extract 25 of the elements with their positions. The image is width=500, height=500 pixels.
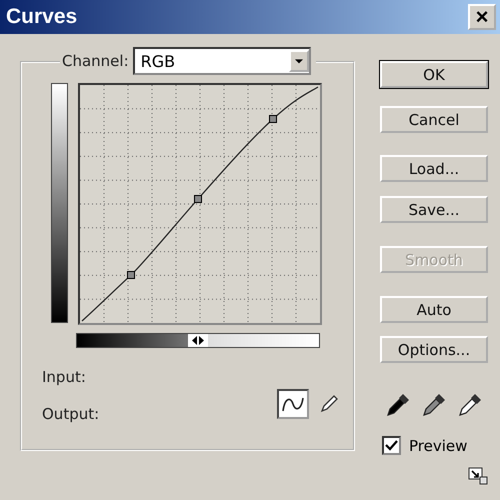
control-point[interactable] bbox=[194, 195, 202, 203]
control-point[interactable] bbox=[127, 271, 135, 279]
preview-checkbox[interactable] bbox=[382, 436, 401, 455]
eyedropper-icon[interactable] bbox=[458, 393, 482, 417]
eyedropper-icon[interactable] bbox=[422, 393, 446, 417]
dialog-button[interactable]: Cancel bbox=[380, 106, 488, 133]
dialog-button[interactable]: Load... bbox=[380, 155, 488, 182]
preview-label: Preview bbox=[409, 436, 468, 454]
window-title: Curves bbox=[6, 5, 78, 29]
dialog-button[interactable]: Save... bbox=[380, 196, 488, 223]
dialog-button[interactable]: Options... bbox=[380, 336, 488, 363]
pencil-icon bbox=[319, 394, 339, 414]
control-point[interactable] bbox=[269, 115, 277, 123]
dialog-button[interactable]: Auto bbox=[380, 296, 488, 323]
curve-icon bbox=[281, 395, 305, 413]
readout-label: Output: bbox=[42, 405, 100, 423]
readout-label: Input: bbox=[42, 368, 87, 386]
eyedropper-icon[interactable] bbox=[386, 393, 410, 417]
resize-icon[interactable] bbox=[468, 467, 488, 485]
gradient-toggle-icon[interactable] bbox=[188, 334, 208, 347]
channel-label: Channel: bbox=[62, 52, 129, 70]
dialog-button[interactable]: OK bbox=[380, 61, 488, 88]
channel-dropdown[interactable]: RGB bbox=[132, 47, 311, 75]
close-button[interactable]: × bbox=[468, 4, 496, 30]
curve-tool-button[interactable] bbox=[277, 389, 309, 419]
